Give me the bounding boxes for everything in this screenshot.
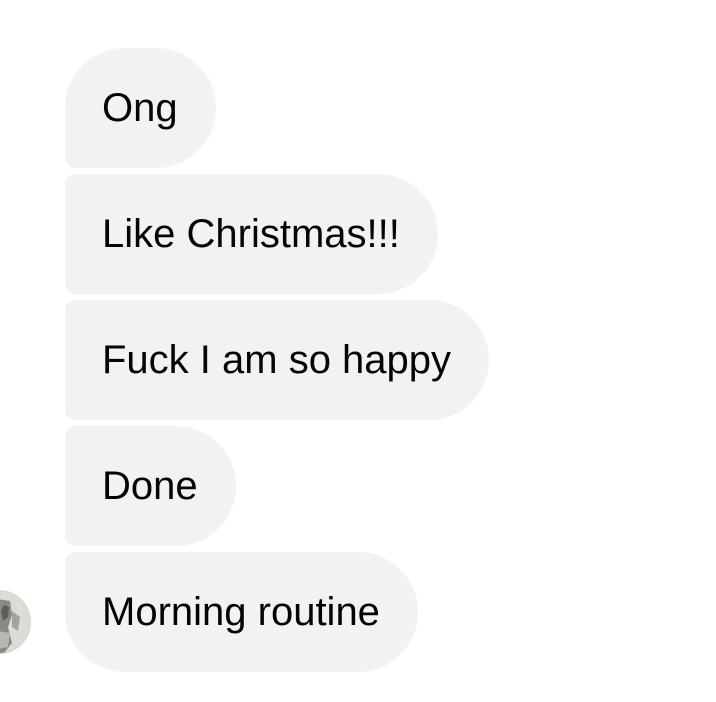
message-text: Like Christmas!!!	[102, 212, 400, 256]
message-text: Ong	[102, 86, 178, 130]
message-text: Fuck I am so happy	[102, 338, 452, 382]
sender-avatar[interactable]	[0, 590, 31, 654]
message-text: Done	[102, 464, 198, 508]
message-bubble[interactable]: Done	[65, 426, 236, 546]
message-bubble[interactable]: Fuck I am so happy	[65, 300, 490, 420]
message-bubble[interactable]: Like Christmas!!!	[65, 174, 438, 294]
message-bubble[interactable]: Ong	[65, 48, 216, 168]
message-text: Morning routine	[102, 590, 380, 634]
message-thread: Ong Like Christmas!!! Fuck I am so happy…	[0, 0, 716, 702]
profile-photo-icon	[0, 591, 30, 653]
message-bubble[interactable]: Morning routine	[65, 552, 418, 672]
